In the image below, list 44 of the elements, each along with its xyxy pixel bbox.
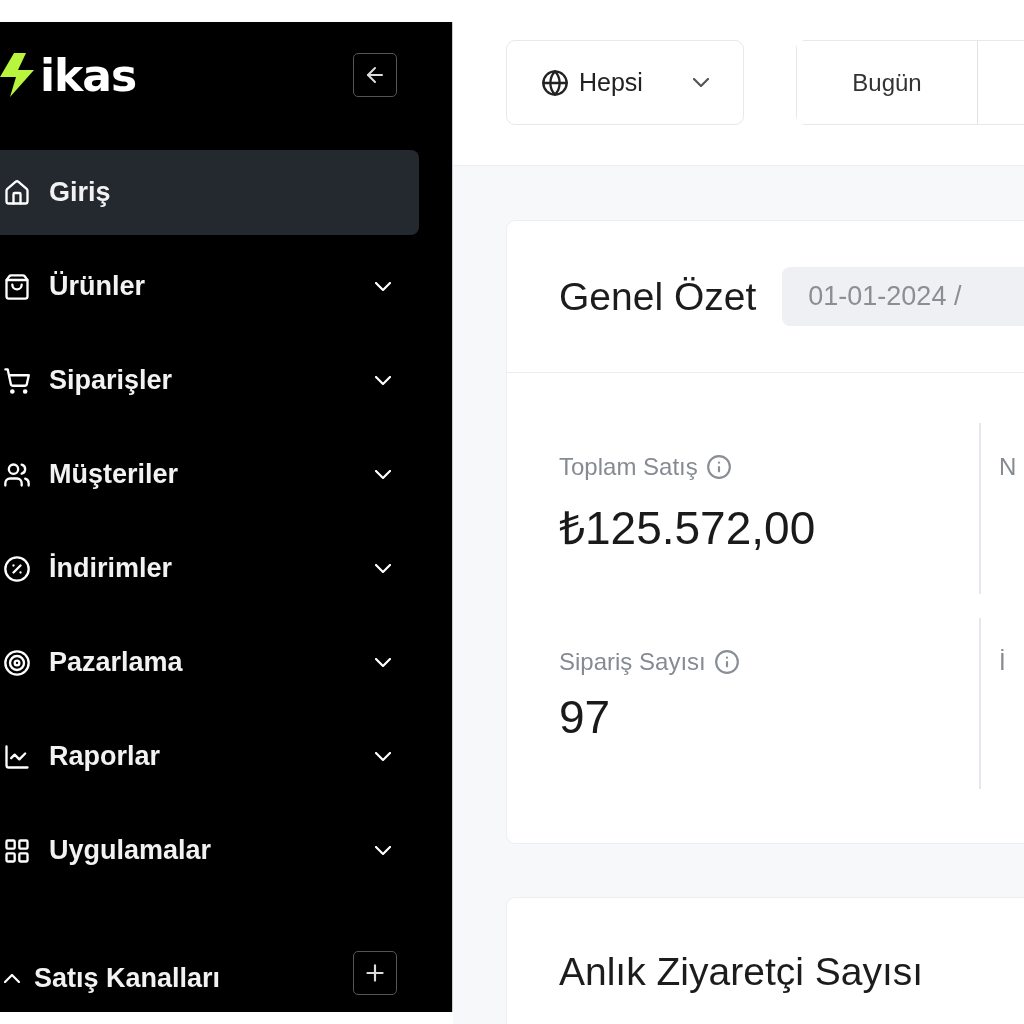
nav-item[interactable]: Giriş bbox=[0, 150, 419, 235]
section-toggle[interactable]: Satış Kanalları bbox=[0, 957, 221, 994]
line-chart-icon bbox=[3, 742, 31, 771]
nav-label: Siparişler bbox=[49, 365, 174, 396]
channel-select[interactable]: Hepsi bbox=[506, 40, 744, 125]
nav-item[interactable]: İndirimler bbox=[0, 526, 419, 611]
stat-label: Sipariş Sayısı bbox=[559, 648, 706, 676]
stat-value: ₺125.572,00 bbox=[559, 501, 817, 556]
chevron-down-icon bbox=[693, 78, 709, 87]
shopping-cart-icon bbox=[3, 366, 31, 395]
nav-item[interactable]: Ürünler bbox=[0, 244, 419, 329]
stat-label: Toplam Satış bbox=[559, 453, 698, 481]
users-icon bbox=[3, 460, 31, 489]
add-button[interactable] bbox=[353, 951, 397, 995]
nav-item[interactable]: Pazarlama bbox=[0, 620, 419, 705]
nav-label: Raporlar bbox=[49, 741, 162, 772]
target-icon bbox=[3, 648, 31, 677]
nav-label: Pazarlama bbox=[49, 647, 184, 678]
logo: ikas bbox=[40, 49, 137, 101]
nav-item[interactable]: Uygulamalar bbox=[0, 808, 419, 893]
nav-label: Uygulamalar bbox=[49, 835, 213, 866]
percent-icon bbox=[3, 554, 31, 583]
info-icon[interactable] bbox=[705, 454, 732, 480]
stat-label: İ bbox=[999, 648, 1006, 676]
stat-label: N bbox=[999, 453, 1017, 481]
date-range-button[interactable]: Bugün bbox=[797, 41, 978, 124]
card-title: Anlık Ziyaretçi Sayısı bbox=[559, 950, 925, 994]
bolt-icon bbox=[0, 53, 36, 97]
nav-label: İndirimler bbox=[49, 553, 174, 584]
nav-label: Müşteriler bbox=[49, 459, 180, 490]
home-icon bbox=[3, 178, 31, 207]
card-title: Genel Özet bbox=[559, 274, 757, 319]
info-icon[interactable] bbox=[713, 649, 740, 675]
nav-item[interactable]: Siparişler bbox=[0, 338, 419, 423]
grid-icon bbox=[3, 836, 31, 865]
nav-item[interactable]: Raporlar bbox=[0, 714, 419, 799]
collapse-button[interactable] bbox=[353, 53, 397, 97]
nav-label: Giriş bbox=[49, 177, 112, 208]
globe-icon bbox=[541, 68, 569, 97]
nav-label: Ürünler bbox=[49, 271, 147, 302]
date-range-chip: 01-01-2024 / bbox=[782, 267, 1024, 326]
stat-value: 97 bbox=[559, 690, 612, 744]
shopping-bag-icon bbox=[3, 272, 31, 301]
nav-item[interactable]: Müşteriler bbox=[0, 432, 419, 517]
